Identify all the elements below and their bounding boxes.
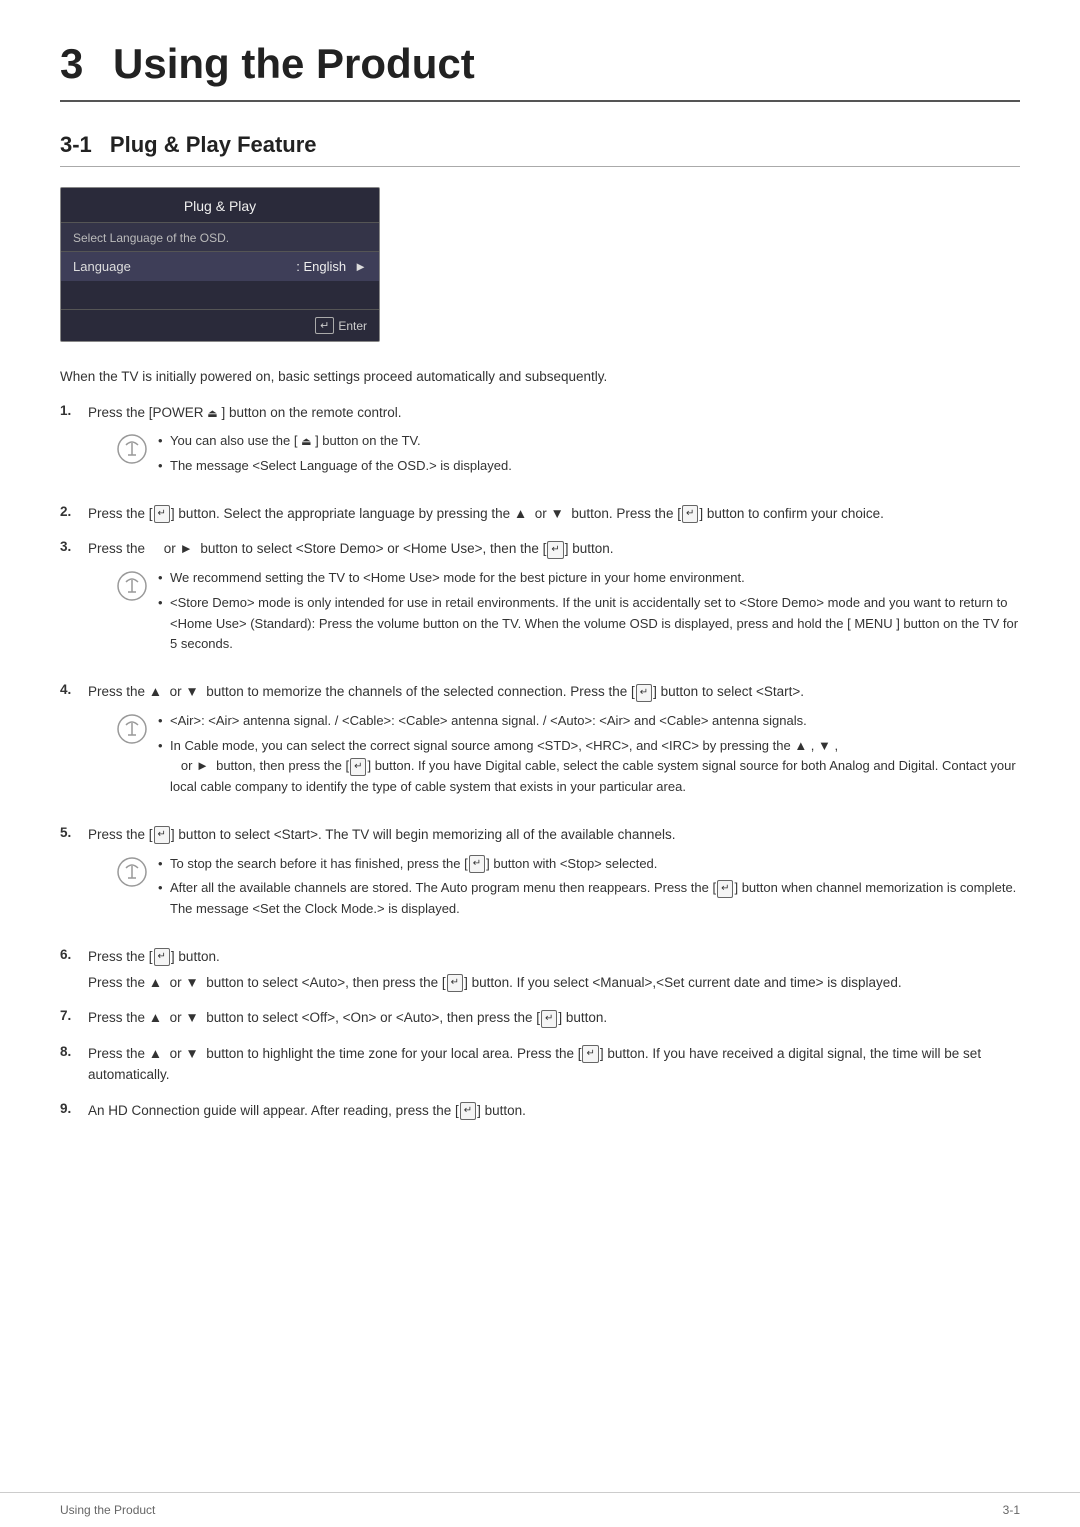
step-3-notes: We recommend setting the TV to <Home Use… xyxy=(158,568,1020,659)
step-4-note-1: <Air>: <Air> antenna signal. / <Cable>: … xyxy=(158,711,1020,732)
step-4-number: 4. xyxy=(60,681,88,697)
step-7-content: Press the ▲ or ▼ button to select <Off>,… xyxy=(88,1007,1020,1029)
step-8: 8. Press the ▲ or ▼ button to highlight … xyxy=(60,1043,1020,1086)
osd-subtitle-text: Select Language of the OSD. xyxy=(73,231,229,245)
step-8-content: Press the ▲ or ▼ button to highlight the… xyxy=(88,1043,1020,1086)
step-1-note-2: The message <Select Language of the OSD.… xyxy=(158,456,512,477)
step-9: 9. An HD Connection guide will appear. A… xyxy=(60,1100,1020,1122)
osd-title-text: Plug & Play xyxy=(184,198,256,214)
intro-text: When the TV is initially powered on, bas… xyxy=(60,366,1020,388)
step-5-content: Press the [↵] button to select <Start>. … xyxy=(88,824,1020,932)
step-1: 1. Press the [POWER ⏏ ] button on the re… xyxy=(60,402,1020,489)
step-3-note-1: We recommend setting the TV to <Home Use… xyxy=(158,568,1020,589)
step-6-text: Press the [↵] button. xyxy=(88,949,220,964)
step-5: 5. Press the [↵] button to select <Start… xyxy=(60,824,1020,932)
footer-right: 3-1 xyxy=(1003,1503,1020,1517)
step-7-number: 7. xyxy=(60,1007,88,1023)
osd-spacer xyxy=(61,281,379,309)
chapter-title: Using the Product xyxy=(113,40,475,87)
footer-left: Using the Product xyxy=(60,1503,155,1517)
osd-footer-label: Enter xyxy=(338,319,367,333)
note-icon-1 xyxy=(116,433,148,465)
chapter-heading: 3 Using the Product xyxy=(60,40,1020,102)
note-icon-4 xyxy=(116,713,148,745)
osd-arrow-right-icon: ► xyxy=(354,259,367,274)
osd-language-row: Language : English ► xyxy=(61,251,379,281)
step-5-text: Press the [↵] button to select <Start>. … xyxy=(88,827,675,842)
step-4-note-2: In Cable mode, you can select the correc… xyxy=(158,736,1020,798)
step-2: 2. Press the [↵] button. Select the appr… xyxy=(60,503,1020,525)
step-1-note: You can also use the [ ⏏ ] button on the… xyxy=(116,431,1020,481)
note-icon-5 xyxy=(116,856,148,888)
osd-dialog-container: Plug & Play Select Language of the OSD. … xyxy=(60,187,1020,342)
step-3: 3. Press the or ► button to select <Stor… xyxy=(60,538,1020,667)
step-3-number: 3. xyxy=(60,538,88,554)
note-icon-3 xyxy=(116,570,148,602)
section-heading: 3-1 Plug & Play Feature xyxy=(60,132,1020,167)
step-3-note-2: <Store Demo> mode is only intended for u… xyxy=(158,593,1020,655)
osd-row-value: : English xyxy=(296,259,346,274)
osd-subtitle: Select Language of the OSD. xyxy=(61,223,379,251)
step-4-text: Press the ▲ or ▼ button to memorize the … xyxy=(88,684,804,699)
step-1-note-1: You can also use the [ ⏏ ] button on the… xyxy=(158,431,512,452)
steps-list: 1. Press the [POWER ⏏ ] button on the re… xyxy=(60,402,1020,1122)
osd-enter-icon: ↵ xyxy=(315,317,334,334)
step-8-text: Press the ▲ or ▼ button to highlight the… xyxy=(88,1046,981,1083)
step-5-note-1: To stop the search before it has finishe… xyxy=(158,854,1020,875)
step-6-number: 6. xyxy=(60,946,88,962)
step-5-note-2: After all the available channels are sto… xyxy=(158,878,1020,920)
step-2-text: Press the [↵] button. Select the appropr… xyxy=(88,506,884,521)
step-4-note: <Air>: <Air> antenna signal. / <Cable>: … xyxy=(116,711,1020,802)
step-2-number: 2. xyxy=(60,503,88,519)
step-5-number: 5. xyxy=(60,824,88,840)
step-1-notes: You can also use the [ ⏏ ] button on the… xyxy=(158,431,512,481)
step-2-content: Press the [↵] button. Select the appropr… xyxy=(88,503,1020,525)
chapter-number: 3 xyxy=(60,40,83,87)
step-3-content: Press the or ► button to select <Store D… xyxy=(88,538,1020,667)
step-3-note: We recommend setting the TV to <Home Use… xyxy=(116,568,1020,659)
step-9-content: An HD Connection guide will appear. Afte… xyxy=(88,1100,1020,1122)
osd-footer: ↵ Enter xyxy=(61,309,379,341)
step-4: 4. Press the ▲ or ▼ button to memorize t… xyxy=(60,681,1020,810)
step-6-subtext: Press the ▲ or ▼ button to select <Auto>… xyxy=(88,972,902,994)
step-1-number: 1. xyxy=(60,402,88,418)
section-title: Plug & Play Feature xyxy=(110,132,317,157)
step-9-text: An HD Connection guide will appear. Afte… xyxy=(88,1103,526,1118)
osd-dialog: Plug & Play Select Language of the OSD. … xyxy=(60,187,380,342)
step-7: 7. Press the ▲ or ▼ button to select <Of… xyxy=(60,1007,1020,1029)
step-5-notes: To stop the search before it has finishe… xyxy=(158,854,1020,924)
page-footer: Using the Product 3-1 xyxy=(0,1492,1080,1527)
step-4-content: Press the ▲ or ▼ button to memorize the … xyxy=(88,681,1020,810)
section-number: 3-1 xyxy=(60,132,92,157)
step-1-text: Press the [POWER ⏏ ] button on the remot… xyxy=(88,405,402,420)
step-4-notes: <Air>: <Air> antenna signal. / <Cable>: … xyxy=(158,711,1020,802)
step-6: 6. Press the [↵] button. Press the ▲ or … xyxy=(60,946,1020,993)
step-6-content: Press the [↵] button. Press the ▲ or ▼ b… xyxy=(88,946,1020,993)
step-7-text: Press the ▲ or ▼ button to select <Off>,… xyxy=(88,1010,607,1025)
step-9-number: 9. xyxy=(60,1100,88,1116)
osd-title-bar: Plug & Play xyxy=(61,188,379,223)
step-1-content: Press the [POWER ⏏ ] button on the remot… xyxy=(88,402,1020,489)
step-5-note: To stop the search before it has finishe… xyxy=(116,854,1020,924)
step-8-number: 8. xyxy=(60,1043,88,1059)
step-3-text: Press the or ► button to select <Store D… xyxy=(88,541,614,556)
osd-row-label: Language xyxy=(73,259,296,274)
